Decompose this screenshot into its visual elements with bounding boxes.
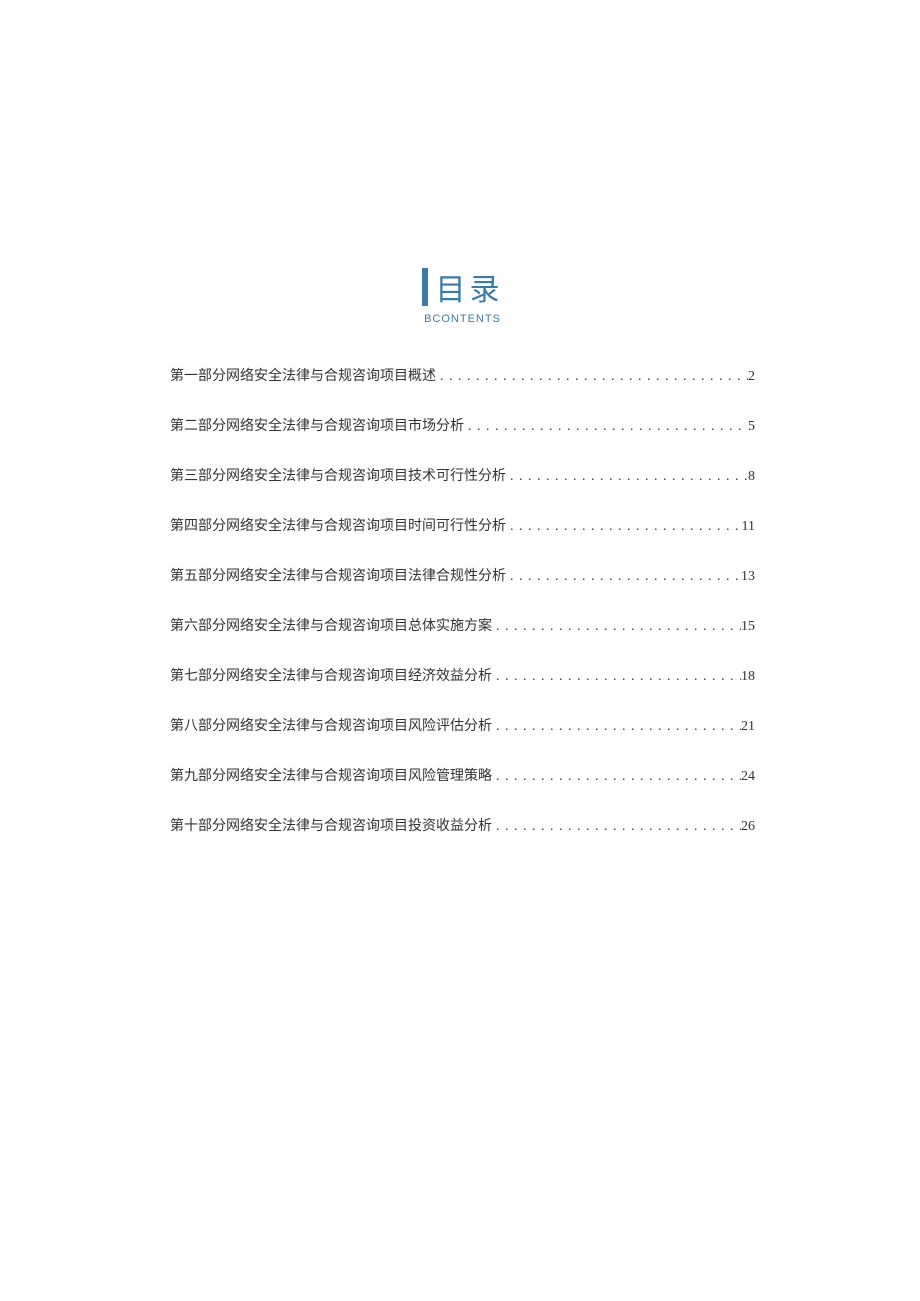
toc-entry: 第八部分网络安全法律与合规咨询项目风险评估分析 21 (170, 715, 755, 735)
toc-entry-page: 18 (741, 669, 755, 685)
toc-dot-leader (492, 619, 741, 635)
toc-entry-page: 26 (741, 819, 755, 835)
document-page: 目录 BCONTENTS 第一部分网络安全法律与合规咨询项目概述 2 第二部分网… (0, 0, 920, 835)
toc-entry-page: 13 (741, 569, 755, 585)
toc-entry-text: 第八部分网络安全法律与合规咨询项目风险评估分析 (170, 715, 492, 735)
toc-entry-page: 5 (748, 419, 755, 435)
toc-entry-text: 第五部分网络安全法律与合规咨询项目法律合规性分析 (170, 565, 506, 585)
toc-entry: 第六部分网络安全法律与合规咨询项目总体实施方案 15 (170, 615, 755, 635)
toc-dot-leader (506, 469, 748, 485)
toc-entry: 第四部分网络安全法律与合规咨询项目时间可行性分析 11 (170, 515, 755, 535)
toc-entry: 第一部分网络安全法律与合规咨询项目概述 2 (170, 365, 755, 385)
toc-list: 第一部分网络安全法律与合规咨询项目概述 2 第二部分网络安全法律与合规咨询项目市… (170, 365, 755, 835)
toc-dot-leader (492, 669, 741, 685)
toc-dot-leader (492, 819, 741, 835)
toc-entry: 第九部分网络安全法律与合规咨询项目风险管理策略 24 (170, 765, 755, 785)
toc-entry: 第三部分网络安全法律与合规咨询项目技术可行性分析 8 (170, 465, 755, 485)
toc-entry-text: 第六部分网络安全法律与合规咨询项目总体实施方案 (170, 615, 492, 635)
toc-header: 目录 BCONTENTS (170, 265, 755, 325)
toc-dot-leader (492, 719, 741, 735)
accent-bar-icon (422, 268, 428, 306)
toc-entry-text: 第十部分网络安全法律与合规咨询项目投资收益分析 (170, 815, 492, 835)
toc-title: 目录 (436, 265, 504, 309)
toc-dot-leader (436, 369, 748, 385)
toc-entry-page: 2 (748, 369, 755, 385)
toc-title-row: 目录 (422, 265, 504, 309)
toc-dot-leader (506, 519, 742, 535)
toc-dot-leader (492, 769, 741, 785)
toc-dot-leader (464, 419, 748, 435)
toc-entry-page: 24 (741, 769, 755, 785)
toc-entry: 第二部分网络安全法律与合规咨询项目市场分析 5 (170, 415, 755, 435)
toc-entry-page: 21 (741, 719, 755, 735)
toc-entry-text: 第二部分网络安全法律与合规咨询项目市场分析 (170, 415, 464, 435)
toc-entry-text: 第四部分网络安全法律与合规咨询项目时间可行性分析 (170, 515, 506, 535)
toc-entry-text: 第三部分网络安全法律与合规咨询项目技术可行性分析 (170, 465, 506, 485)
toc-entry: 第五部分网络安全法律与合规咨询项目法律合规性分析 13 (170, 565, 755, 585)
toc-entry-page: 15 (741, 619, 755, 635)
toc-entry-page: 8 (748, 469, 755, 485)
toc-entry-text: 第一部分网络安全法律与合规咨询项目概述 (170, 365, 436, 385)
toc-subtitle: BCONTENTS (170, 313, 755, 325)
toc-entry: 第七部分网络安全法律与合规咨询项目经济效益分析 18 (170, 665, 755, 685)
toc-entry: 第十部分网络安全法律与合规咨询项目投资收益分析 26 (170, 815, 755, 835)
toc-entry-text: 第七部分网络安全法律与合规咨询项目经济效益分析 (170, 665, 492, 685)
toc-dot-leader (506, 569, 741, 585)
toc-entry-text: 第九部分网络安全法律与合规咨询项目风险管理策略 (170, 765, 492, 785)
toc-entry-page: 11 (742, 519, 755, 535)
